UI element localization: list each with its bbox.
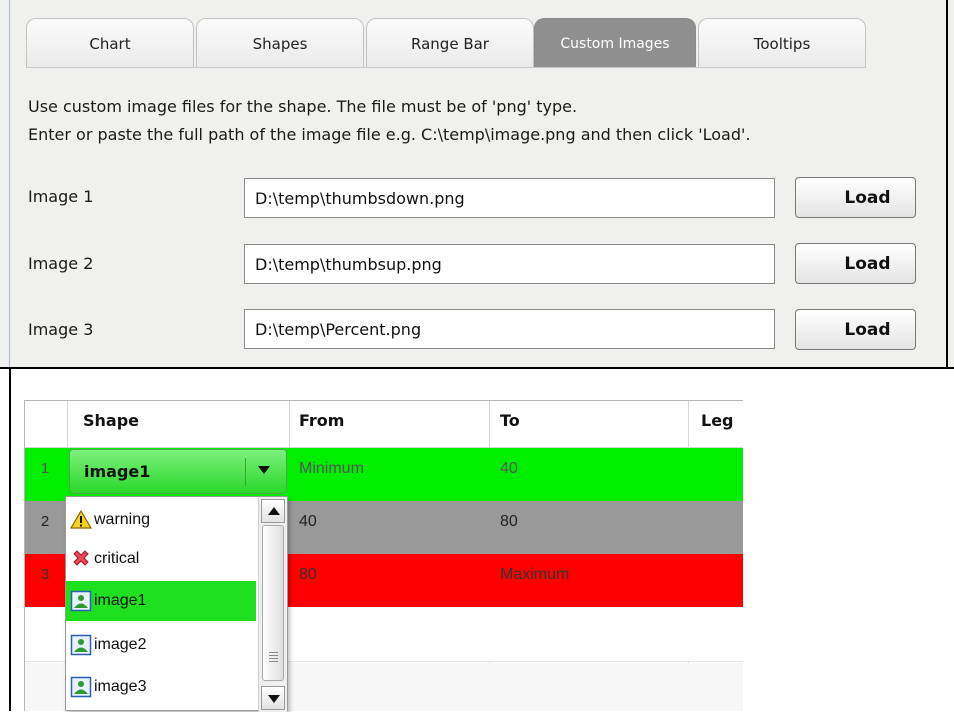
shape-select-value: image1 [84, 462, 151, 481]
scrollbar-thumb[interactable] [262, 525, 284, 681]
tab-chart[interactable]: Chart [26, 18, 194, 68]
grip-line [269, 658, 278, 659]
tab-range-bar[interactable]: Range Bar [366, 18, 534, 68]
row-number: 2 [40, 513, 50, 530]
to-cell[interactable]: 40 [500, 460, 518, 478]
grip-line [269, 652, 278, 653]
scroll-up-button[interactable] [261, 499, 285, 523]
tab-shapes[interactable]: Shapes [196, 18, 364, 68]
image-icon [70, 590, 92, 612]
image-3-path-input[interactable] [244, 309, 775, 349]
dropdown-option-label: image1 [94, 592, 147, 609]
image-1-load-button[interactable]: Load [795, 177, 916, 218]
image-2-label: Image 2 [28, 254, 94, 273]
to-cell[interactable]: 80 [500, 513, 518, 531]
shape-select-divider [245, 458, 246, 486]
tab-custom-images[interactable]: Custom Images [534, 18, 696, 68]
dropdown-option-critical[interactable]: critical [66, 539, 256, 579]
image-icon [70, 676, 92, 698]
image-2-load-button[interactable]: Load [795, 243, 916, 284]
dropdown-scrollbar[interactable] [258, 497, 287, 712]
instruction-line-2: Enter or paste the full path of the imag… [28, 125, 751, 144]
scroll-down-button[interactable] [261, 686, 285, 710]
dropdown-option-label: image2 [94, 636, 147, 653]
dropdown-option-label: critical [94, 550, 140, 567]
frame-left-border-lower [9, 369, 11, 711]
dropdown-option-image1[interactable]: image1 [66, 581, 256, 621]
shape-dropdown-list: warning critical image1 image2 image3 [65, 496, 288, 712]
dropdown-option-label: warning [94, 511, 151, 528]
instruction-line-1: Use custom image files for the shape. Th… [28, 97, 578, 116]
from-cell[interactable]: 40 [299, 513, 317, 531]
column-header-legend[interactable]: Leg [701, 411, 734, 430]
dropdown-option-image3[interactable]: image3 [66, 667, 256, 707]
tab-strip-baseline [26, 67, 866, 68]
row-number: 1 [40, 460, 50, 477]
from-cell[interactable]: Minimum [299, 460, 364, 478]
image-1-path-input[interactable] [244, 178, 775, 218]
grip-line [269, 655, 278, 656]
arrow-up-icon [268, 507, 280, 515]
grip-line [269, 661, 278, 662]
row-number: 3 [40, 566, 50, 583]
from-cell[interactable]: 80 [299, 566, 317, 584]
frame-right-border [946, 0, 948, 368]
tab-tooltips[interactable]: Tooltips [698, 18, 866, 68]
image-icon [70, 634, 92, 656]
dropdown-option-image2[interactable]: image2 [66, 625, 256, 665]
frame-left-border [9, 0, 10, 368]
image-3-label: Image 3 [28, 320, 94, 339]
dropdown-option-warning[interactable]: warning [66, 500, 256, 540]
to-cell[interactable]: Maximum [500, 566, 569, 584]
column-header-to[interactable]: To [500, 411, 520, 430]
column-header-shape[interactable]: Shape [83, 411, 139, 430]
image-1-label: Image 1 [28, 187, 94, 206]
shape-select[interactable]: image1 [69, 449, 287, 494]
arrow-down-icon [268, 695, 280, 703]
dropdown-option-label: image3 [94, 678, 147, 695]
chevron-down-icon[interactable] [258, 466, 270, 474]
warning-icon [70, 509, 92, 529]
panel-separator [0, 367, 954, 369]
image-3-load-button[interactable]: Load [795, 309, 916, 350]
column-header-from[interactable]: From [299, 411, 344, 430]
critical-icon [73, 550, 89, 566]
image-2-path-input[interactable] [244, 244, 775, 284]
